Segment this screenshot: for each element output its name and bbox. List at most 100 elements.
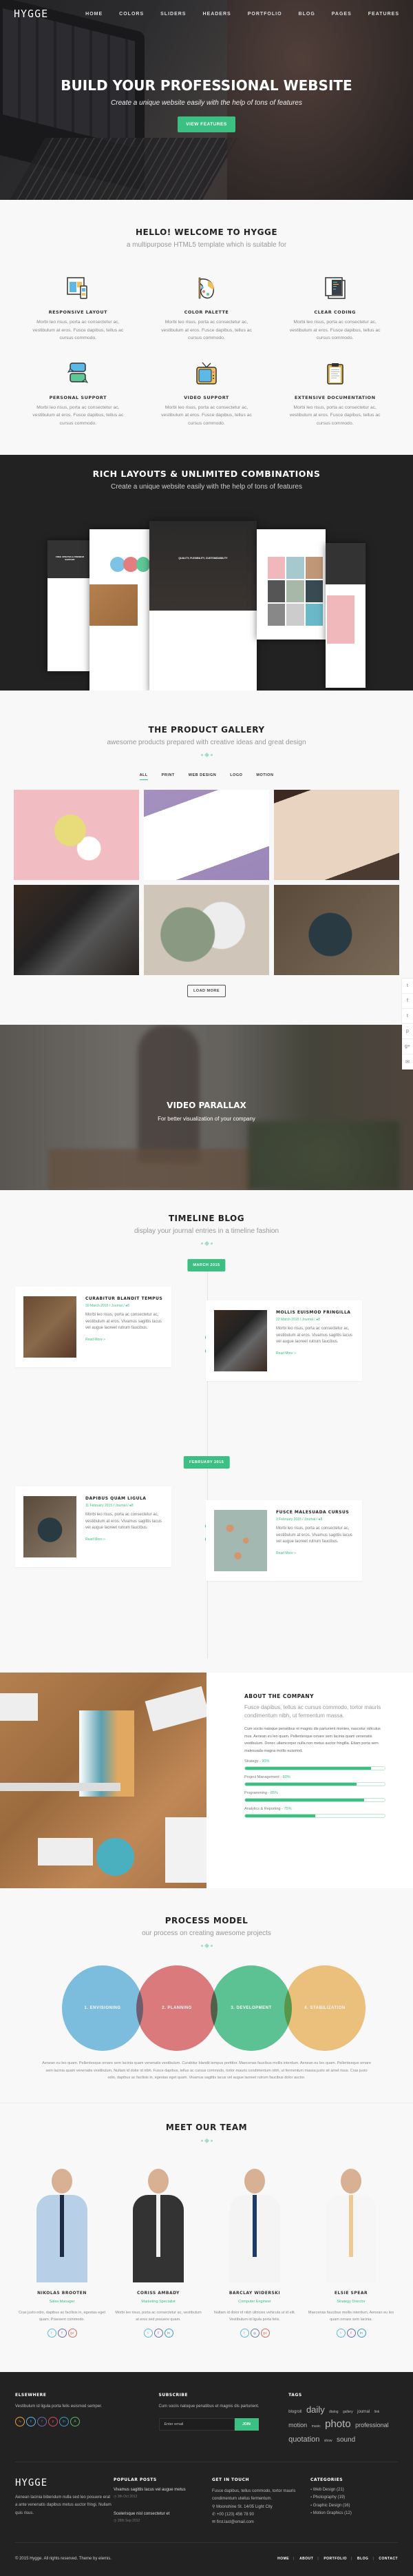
process-description: Aenean eu leo quam. Pellentesque ornare …	[42, 2061, 371, 2081]
skill-label: Analytics & Reporting	[244, 1807, 281, 1812]
contact-email[interactable]: first.last@email.com	[217, 2520, 254, 2524]
category-link[interactable]: Web Design (21)	[310, 2486, 393, 2494]
nav-portfolio[interactable]: PORTFOLIO	[248, 12, 282, 17]
gallery-item-stamp[interactable]	[274, 885, 399, 976]
process-step: 2. PLANNING	[136, 1965, 218, 2052]
pinterest-icon[interactable]: p	[48, 2416, 58, 2426]
email-input[interactable]: Enter email	[158, 2417, 235, 2431]
linkedin-icon[interactable]: in	[59, 2416, 69, 2426]
google-plus-icon[interactable]: g+	[402, 1039, 413, 1054]
footer-link-portfolio[interactable]: PORTFOLIO	[324, 2557, 347, 2561]
linkedin-icon[interactable]: in	[357, 2329, 366, 2338]
pinterest-icon[interactable]: p	[402, 1024, 413, 1039]
member-role: Computer Engineer	[238, 2299, 271, 2304]
join-button[interactable]: JOIN	[234, 2417, 259, 2431]
gallery-item-watercolor[interactable]	[144, 790, 269, 881]
twitter-icon[interactable]: t	[143, 2329, 153, 2338]
tab-print[interactable]: PRINT	[162, 773, 175, 780]
post-title[interactable]: MOLLIS EUISMOD FRINGILLA	[276, 1310, 354, 1315]
tag-link[interactable]: music	[312, 2424, 321, 2429]
email-icon[interactable]: ✉	[402, 1054, 413, 1070]
nav-blog[interactable]: BLOG	[299, 12, 315, 17]
read-more-link[interactable]: Read More »	[85, 1338, 163, 1342]
tumblr-icon[interactable]: t	[402, 1009, 413, 1024]
tag-link[interactable]: professional	[355, 2422, 389, 2429]
category-link[interactable]: Graphic Design (16)	[310, 2502, 393, 2510]
nav-headers[interactable]: HEADERS	[202, 12, 231, 17]
tag-link[interactable]: blogroll	[288, 2410, 301, 2414]
code-window-icon	[324, 276, 346, 300]
nav-colors[interactable]: COLORS	[119, 12, 144, 17]
tag-link[interactable]: show	[324, 2439, 332, 2443]
google-plus-icon[interactable]: g+	[67, 2329, 77, 2338]
footer-logo[interactable]: HYGGE	[15, 2477, 114, 2488]
tag-link[interactable]: photo	[325, 2418, 351, 2430]
post-title[interactable]: DAPIBUS QUAM LIGULA	[85, 1496, 163, 1501]
logo[interactable]: HYGGE	[14, 8, 48, 20]
member-name: BARCLAY WIDERSKI	[229, 2290, 281, 2296]
footer-link-home[interactable]: HOME	[277, 2557, 289, 2561]
post-thumbnail[interactable]	[23, 1496, 76, 1558]
tag-link[interactable]: motion	[288, 2422, 307, 2429]
dribbble-icon[interactable]: ◎	[250, 2329, 260, 2338]
popular-post-title[interactable]: Vivamus sagittis lacus vel augue metus	[114, 2486, 212, 2494]
category-link[interactable]: Motion Graphics (12)	[310, 2510, 393, 2517]
nav-home[interactable]: HOME	[85, 12, 103, 17]
gallery-item-book[interactable]	[14, 885, 139, 976]
facebook-icon[interactable]: f	[346, 2329, 356, 2338]
twitter-icon[interactable]: t	[402, 979, 413, 994]
linkedin-icon[interactable]: in	[164, 2329, 173, 2338]
tab-web-design[interactable]: WEB DESIGN	[189, 773, 216, 780]
popular-post-title[interactable]: Scelerisque nisl consectetur et	[114, 2511, 212, 2518]
google-plus-icon[interactable]: g+	[260, 2329, 270, 2338]
tag-link[interactable]: quotation	[288, 2435, 319, 2444]
tag-link[interactable]: dialog	[329, 2410, 338, 2414]
android-icon[interactable]: A	[70, 2416, 80, 2426]
nav-pages[interactable]: PAGES	[332, 12, 352, 17]
post-thumbnail[interactable]	[214, 1310, 267, 1372]
feature-title: CLEAR CODING	[314, 309, 356, 315]
section-divider	[14, 1241, 399, 1247]
gallery-item-business-card[interactable]	[274, 790, 399, 881]
facebook-icon[interactable]: f	[153, 2329, 163, 2338]
tag-link[interactable]: daily	[306, 2404, 325, 2415]
member-socials: t f in	[110, 2329, 206, 2338]
footer-link-contact[interactable]: CONTACT	[379, 2557, 398, 2561]
read-more-link[interactable]: Read More »	[85, 1537, 163, 1542]
tab-logo[interactable]: LOGO	[230, 773, 242, 780]
post-thumbnail[interactable]	[23, 1296, 76, 1358]
tab-motion[interactable]: MOTION	[256, 773, 273, 780]
nav-sliders[interactable]: SLIDERS	[160, 12, 186, 17]
tag-link[interactable]: journal	[357, 2410, 370, 2414]
twitter-icon[interactable]: t	[26, 2416, 36, 2426]
category-link[interactable]: Photography (19)	[310, 2494, 393, 2502]
gallery-item-stationery[interactable]	[14, 790, 139, 881]
nav-features[interactable]: FEATURES	[368, 12, 399, 17]
tag-link[interactable]: link	[374, 2410, 380, 2414]
rss-icon[interactable]: ∿	[15, 2416, 25, 2426]
view-features-button[interactable]: VIEW FEATURES	[178, 116, 235, 132]
tag-link[interactable]: sound	[337, 2436, 355, 2444]
post-thumbnail[interactable]	[214, 1510, 267, 1572]
about-text: Cum sociis natoque penatibus et magnis d…	[244, 1727, 381, 1753]
facebook-icon[interactable]: f	[57, 2329, 67, 2338]
tag-link[interactable]: gallery	[343, 2410, 353, 2414]
feature-item: RESPONSIVE LAYOUT Morbi leo risus, porta…	[14, 276, 142, 343]
welcome-title: HELLO! WELCOME TO HYGGE	[135, 227, 278, 237]
footer-link-blog[interactable]: BLOG	[357, 2557, 368, 2561]
footer-link-about[interactable]: ABOUT	[299, 2557, 313, 2561]
facebook-icon[interactable]: f	[402, 994, 413, 1009]
twitter-icon[interactable]: t	[47, 2329, 56, 2338]
post-title[interactable]: CURABITUR BLANDIT TEMPUS	[85, 1296, 163, 1301]
read-more-link[interactable]: Read More »	[276, 1351, 354, 1356]
twitter-icon[interactable]: t	[240, 2329, 249, 2338]
popular-post-date: 28th Sep 2012	[117, 2519, 140, 2524]
twitter-icon[interactable]: t	[336, 2329, 346, 2338]
gallery-item-coasters[interactable]	[144, 885, 269, 976]
post-title[interactable]: FUSCE MALESUADA CURSUS	[276, 1510, 354, 1515]
footer-text: Vestibulum id ligula porta felis euismod…	[15, 2404, 103, 2409]
facebook-icon[interactable]: f	[37, 2416, 47, 2426]
read-more-link[interactable]: Read More »	[276, 1551, 354, 1555]
load-more-button[interactable]: LOAD MORE	[187, 985, 226, 998]
tab-all[interactable]: ALL	[139, 773, 148, 781]
